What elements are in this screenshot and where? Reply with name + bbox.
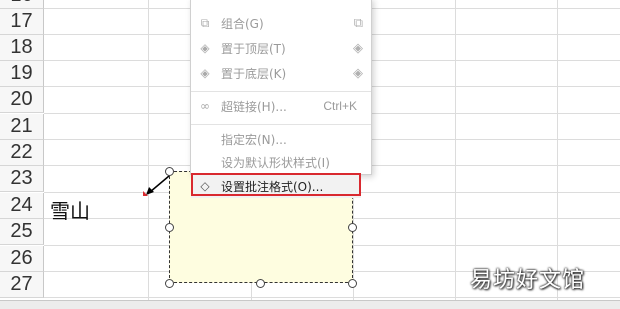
watermark: 易坊好文馆 <box>470 268 586 293</box>
menu-item-label: 设为默认形状样式(I) <box>221 155 330 170</box>
comment-connector <box>143 175 170 196</box>
menu-item-set-default-shape-style[interactable]: 设为默认形状样式(I) <box>191 150 371 174</box>
menu-item-shortcut: Ctrl+K <box>323 99 357 113</box>
row-header-17[interactable]: 17 <box>0 9 44 35</box>
gridline <box>44 297 620 298</box>
menu-separator <box>191 124 371 125</box>
menu-item-send-to-back[interactable]: ◈ 置于底层(K) ◈ <box>191 61 371 85</box>
row-header-24[interactable]: 24 <box>0 193 44 219</box>
sheet-tab-bar[interactable] <box>0 300 620 309</box>
bring-to-front-options-icon[interactable]: ◈ <box>353 41 363 56</box>
menu-item-label: 置于顶层(T) <box>221 41 286 56</box>
cell-a24[interactable]: 雪山 <box>50 195 90 224</box>
row-header-18[interactable]: 18 <box>0 35 44 61</box>
gridline <box>557 0 558 300</box>
row-header-27[interactable]: 27 <box>0 272 44 298</box>
group-options-icon[interactable]: ⧉ <box>354 16 363 31</box>
bring-to-front-icon: ◈ <box>200 41 210 55</box>
menu-item-bring-to-front[interactable]: ◈ 置于顶层(T) ◈ <box>191 36 371 60</box>
row-header-19[interactable]: 19 <box>0 61 44 87</box>
menu-item-label: 超链接(H)... <box>221 99 287 114</box>
row-header-26[interactable]: 26 <box>0 246 44 272</box>
menu-item-label: 置于底层(K) <box>221 66 287 81</box>
menu-separator <box>191 91 371 92</box>
menu-item-group[interactable]: ⧉ 组合(G) ⧉ <box>191 11 371 35</box>
row-header-22[interactable]: 22 <box>0 140 44 166</box>
context-menu: ⧉ 组合(G) ⧉ ◈ 置于顶层(T) ◈ ◈ 置于底层(K) ◈ ∞ 超链接(… <box>190 0 372 175</box>
gridline <box>148 0 149 300</box>
send-to-back-options-icon[interactable]: ◈ <box>353 66 363 81</box>
gridline <box>455 0 456 300</box>
row-header-20[interactable]: 20 <box>0 87 44 113</box>
send-to-back-icon: ◈ <box>200 66 210 80</box>
menu-item-label: 组合(G) <box>221 16 264 31</box>
group-icon: ⧉ <box>200 15 210 30</box>
highlight-box <box>191 173 361 196</box>
row-header-21[interactable]: 21 <box>0 114 44 140</box>
row-header-16[interactable]: 16 <box>0 0 44 9</box>
resize-handle[interactable] <box>348 223 357 232</box>
row-header-25[interactable]: 25 <box>0 219 44 245</box>
resize-handle[interactable] <box>165 279 174 288</box>
menu-item-label: 指定宏(N)... <box>221 132 287 147</box>
row-header-23[interactable]: 23 <box>0 166 44 192</box>
resize-handle[interactable] <box>165 223 174 232</box>
resize-handle[interactable] <box>256 279 265 288</box>
resize-handle[interactable] <box>165 167 174 176</box>
hyperlink-icon: ∞ <box>200 99 210 113</box>
resize-handle[interactable] <box>348 279 357 288</box>
menu-item-hyperlink[interactable]: ∞ 超链接(H)... Ctrl+K <box>191 94 371 118</box>
menu-item-assign-macro[interactable]: 指定宏(N)... <box>191 127 371 151</box>
